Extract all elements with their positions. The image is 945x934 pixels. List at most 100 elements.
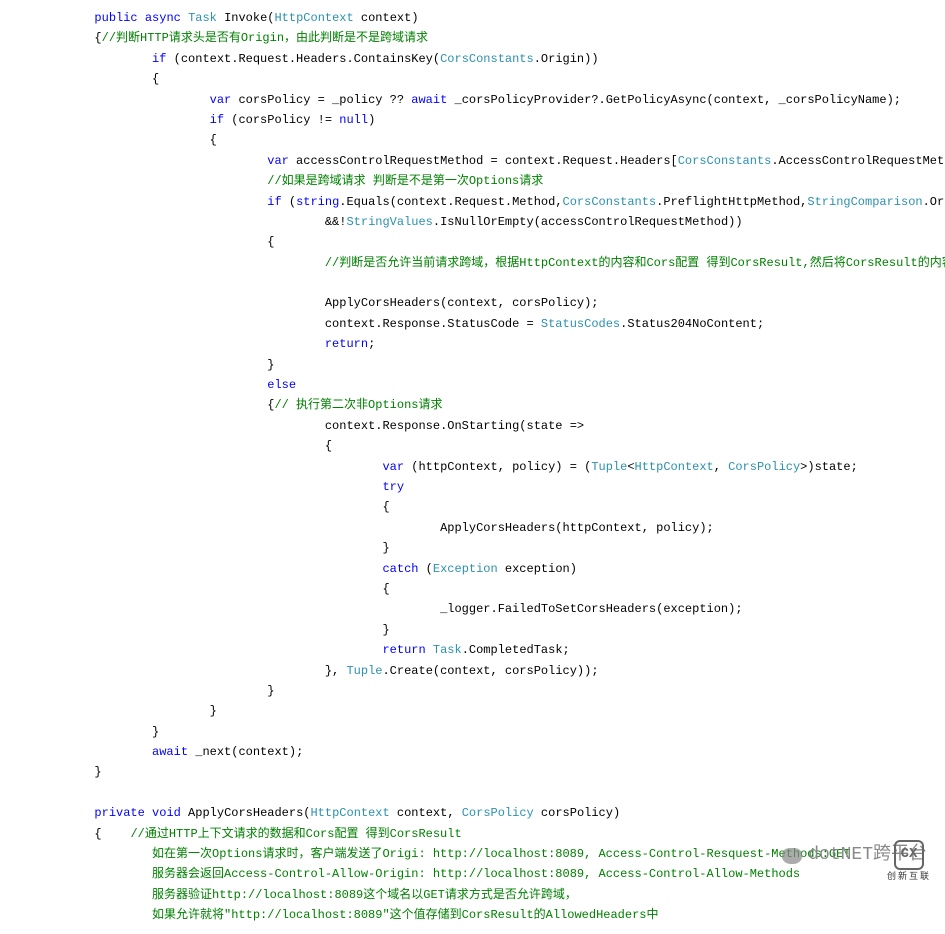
code-token: }	[267, 684, 274, 698]
code-token	[145, 806, 152, 820]
keyword-token: if	[210, 113, 224, 127]
code-line: &&!StringValues.IsNullOrEmpty(accessCont…	[8, 212, 937, 232]
code-line: if (string.Equals(context.Request.Method…	[8, 192, 937, 212]
code-line: var (httpContext, policy) = (Tuple<HttpC…	[8, 457, 937, 477]
code-token: .AccessControlRequestMethod];	[771, 154, 945, 168]
code-token: >)state;	[800, 460, 858, 474]
code-token: .OrdinalIgnoreCase)	[923, 195, 945, 209]
code-line: private void ApplyCorsHeaders(HttpContex…	[8, 803, 937, 823]
code-token: ApplyCorsHeaders(	[181, 806, 311, 820]
code-token: {	[94, 827, 130, 841]
code-line: {//判断HTTP请求头是否有Origin，由此判断是不是跨域请求	[8, 28, 937, 48]
code-token: ApplyCorsHeaders(context, corsPolicy);	[325, 296, 599, 310]
keyword-token: async	[145, 11, 181, 25]
type-token: Tuple	[346, 664, 382, 678]
keyword-token: if	[267, 195, 281, 209]
comment-token: 服务器会返回Access-Control-Allow-Origin: http:…	[152, 867, 800, 881]
code-token: (corsPolicy !=	[224, 113, 339, 127]
type-token: Exception	[433, 562, 498, 576]
code-line: {	[8, 130, 937, 150]
comment-token: // 执行第二次非Options请求	[274, 398, 442, 412]
code-token: (context.Request.Headers.ContainsKey(	[166, 52, 440, 66]
keyword-token: try	[382, 480, 404, 494]
code-line: var accessControlRequestMethod = context…	[8, 151, 937, 171]
code-token: _logger.FailedToSetCorsHeaders(exception…	[440, 602, 742, 616]
comment-token: //如果是跨域请求 判断是不是第一次Options请求	[267, 174, 543, 188]
comment-token: 如果允许就将"http://localhost:8089"这个值存储到CorsR…	[152, 908, 658, 922]
code-token: .Origin))	[534, 52, 599, 66]
code-line: ApplyCorsHeaders(httpContext, policy);	[8, 518, 937, 538]
code-token: {	[94, 31, 101, 45]
code-token: corsPolicy)	[534, 806, 620, 820]
code-line: {	[8, 579, 937, 599]
comment-token: 如在第一次Options请求时，客户端发送了Origi: http://loca…	[152, 847, 851, 861]
code-token: (	[282, 195, 296, 209]
code-token: .PreflightHttpMethod,	[656, 195, 807, 209]
code-token: .Create(context, corsPolicy));	[382, 664, 598, 678]
code-token: {	[152, 72, 159, 86]
code-token: context.Response.OnStarting(state =>	[325, 419, 584, 433]
code-line: if (corsPolicy != null)	[8, 110, 937, 130]
code-token: (httpContext, policy) = (	[404, 460, 591, 474]
type-token: CorsPolicy	[462, 806, 534, 820]
comment-token: //判断是否允许当前请求跨域，根据HttpContext的内容和Cors配置 得…	[325, 256, 945, 270]
code-token: accessControlRequestMethod = context.Req…	[289, 154, 678, 168]
code-line: }	[8, 620, 937, 640]
code-token: {	[382, 582, 389, 596]
code-line: }	[8, 701, 937, 721]
code-line: return;	[8, 334, 937, 354]
keyword-token: null	[339, 113, 368, 127]
code-line: await _next(context);	[8, 742, 937, 762]
comment-token: //通过HTTP上下文请求的数据和Cors配置 得到CorsResult	[130, 827, 461, 841]
code-token: )	[368, 113, 375, 127]
code-line: if (context.Request.Headers.ContainsKey(…	[8, 49, 937, 69]
type-token: StringComparison	[807, 195, 922, 209]
code-line: }, Tuple.Create(context, corsPolicy));	[8, 661, 937, 681]
code-token: .CompletedTask;	[462, 643, 570, 657]
code-line: }	[8, 722, 937, 742]
code-token: context.Response.StatusCode =	[325, 317, 541, 331]
code-token: ;	[368, 337, 375, 351]
code-token: .IsNullOrEmpty(accessControlRequestMetho…	[433, 215, 743, 229]
code-line: context.Response.StatusCode = StatusCode…	[8, 314, 937, 334]
keyword-token: else	[267, 378, 296, 392]
comment-token: //判断HTTP请求头是否有Origin，由此判断是不是跨域请求	[102, 31, 428, 45]
code-token: _corsPolicyProvider?.GetPolicyAsync(cont…	[447, 93, 901, 107]
code-token: }	[382, 541, 389, 555]
keyword-token: string	[296, 195, 339, 209]
code-token: context,	[390, 806, 462, 820]
code-line: { //通过HTTP上下文请求的数据和Cors配置 得到CorsResult	[8, 824, 937, 844]
code-token: (	[418, 562, 432, 576]
type-token: StatusCodes	[541, 317, 620, 331]
keyword-token: var	[267, 154, 289, 168]
code-token: {	[210, 133, 217, 147]
code-line: {	[8, 436, 937, 456]
type-token: CorsPolicy	[728, 460, 800, 474]
code-token: ,	[714, 460, 728, 474]
code-line: 服务器验证http://localhost:8089这个域名以GET请求方式是否…	[8, 885, 937, 905]
code-token	[8, 786, 15, 800]
type-token: CorsConstants	[678, 154, 772, 168]
keyword-token: var	[382, 460, 404, 474]
code-token: {	[267, 235, 274, 249]
code-line: return Task.CompletedTask;	[8, 640, 937, 660]
code-token: _next(context);	[188, 745, 303, 759]
code-line: 如在第一次Options请求时，客户端发送了Origi: http://loca…	[8, 844, 937, 864]
code-token: }	[152, 725, 159, 739]
code-token: }	[267, 358, 274, 372]
type-token: StringValues	[346, 215, 432, 229]
code-line: else	[8, 375, 937, 395]
code-line: var corsPolicy = _policy ?? await _corsP…	[8, 90, 937, 110]
code-line	[8, 273, 937, 293]
code-line: ApplyCorsHeaders(context, corsPolicy);	[8, 293, 937, 313]
code-line: public async Task Invoke(HttpContext con…	[8, 8, 937, 28]
type-token: Tuple	[591, 460, 627, 474]
keyword-token: return	[382, 643, 425, 657]
code-line: }	[8, 355, 937, 375]
code-line: {// 执行第二次非Options请求	[8, 395, 937, 415]
code-line: }	[8, 681, 937, 701]
code-token: }	[382, 623, 389, 637]
type-token: Task	[433, 643, 462, 657]
code-line: _logger.FailedToSetCorsHeaders(exception…	[8, 599, 937, 619]
code-line: try	[8, 477, 937, 497]
